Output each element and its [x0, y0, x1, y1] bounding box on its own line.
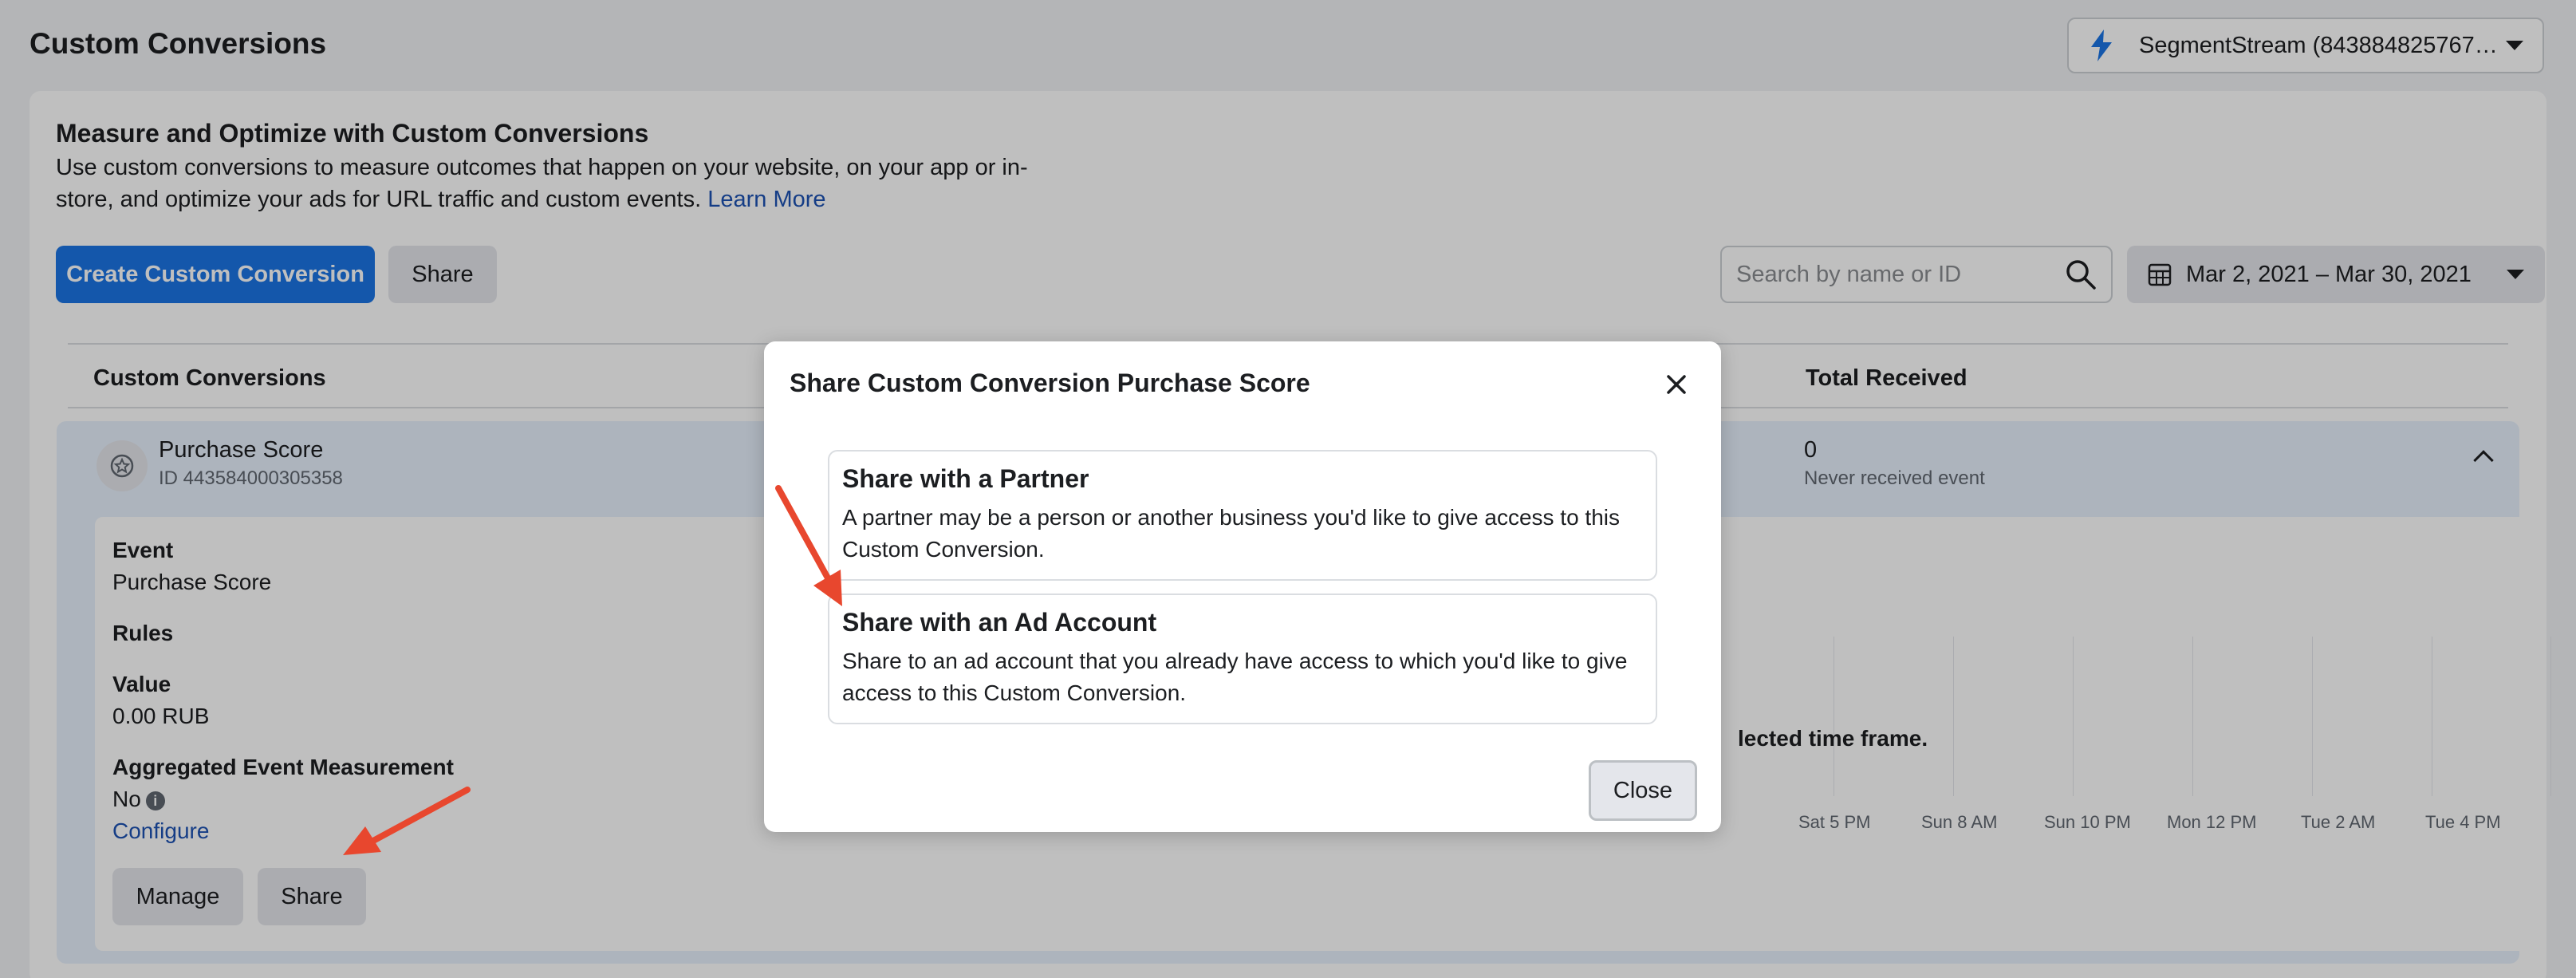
annotation-arrow-icon: [343, 787, 471, 855]
close-icon[interactable]: [1660, 369, 1692, 400]
option-description: A partner may be a person or another bus…: [842, 505, 1620, 562]
option-title: Share with an Ad Account: [842, 608, 1157, 637]
option-description: Share to an ad account that you already …: [842, 649, 1628, 705]
share-modal: Share Custom Conversion Purchase Score S…: [764, 341, 1721, 832]
option-title: Share with a Partner: [842, 464, 1089, 493]
share-with-ad-account-option[interactable]: Share with an Ad Account Share to an ad …: [828, 594, 1657, 724]
share-with-partner-option[interactable]: Share with a Partner A partner may be a …: [828, 450, 1657, 581]
modal-title: Share Custom Conversion Purchase Score: [790, 369, 1310, 397]
close-button[interactable]: Close: [1589, 760, 1697, 821]
annotation-arrow-icon: [775, 485, 842, 606]
